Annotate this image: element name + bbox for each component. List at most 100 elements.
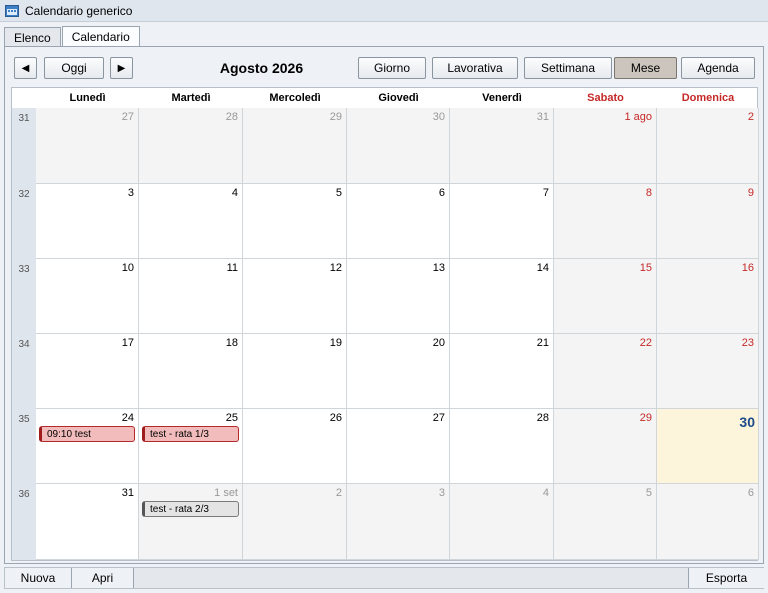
day-cell[interactable]: 14 xyxy=(450,259,554,334)
day-cell[interactable]: 17 xyxy=(36,334,139,409)
day-cell[interactable]: 31 xyxy=(36,484,139,560)
day-cell[interactable]: 28 xyxy=(450,409,554,484)
day-cell[interactable]: 21 xyxy=(450,334,554,409)
day-number: 18 xyxy=(225,337,238,349)
day-cell[interactable]: 5 xyxy=(243,184,347,259)
day-number: 9 xyxy=(747,187,754,199)
day-cell[interactable]: 15 xyxy=(554,259,657,334)
weekday-header: Domenica xyxy=(681,92,735,104)
day-cell[interactable]: 8 xyxy=(554,184,657,259)
weekday-header: Lunedì xyxy=(69,92,106,104)
day-cell[interactable]: 3 xyxy=(347,484,450,560)
day-number: 5 xyxy=(335,187,342,199)
day-cell[interactable]: 20 xyxy=(347,334,450,409)
day-cell[interactable]: 19 xyxy=(243,334,347,409)
tab-elenco[interactable]: Elenco xyxy=(4,27,61,47)
day-number: 24 xyxy=(121,412,134,424)
week-number: 31 xyxy=(18,113,30,124)
day-cell[interactable]: 6 xyxy=(347,184,450,259)
calendar-event[interactable]: test - rata 2/3 xyxy=(142,501,239,517)
day-cell[interactable]: 25 test - rata 1/3 xyxy=(139,409,243,484)
day-cell[interactable]: 26 xyxy=(243,409,347,484)
day-number: 1 ago xyxy=(624,111,652,123)
day-number: 30 xyxy=(432,111,445,123)
day-cell[interactable]: 28 xyxy=(139,108,243,184)
previous-button[interactable]: ◀ xyxy=(14,57,37,79)
day-cell[interactable]: 2 xyxy=(657,108,759,184)
day-cell[interactable]: 24 09:10 test xyxy=(36,409,139,484)
title-bar: Calendario generico xyxy=(0,0,768,22)
day-number: 13 xyxy=(432,262,445,274)
day-number: 28 xyxy=(225,111,238,123)
export-button[interactable]: Esporta xyxy=(688,568,764,588)
day-number: 16 xyxy=(741,262,754,274)
week-number: 34 xyxy=(18,339,30,350)
day-cell[interactable]: 4 xyxy=(450,484,554,560)
day-number: 3 xyxy=(438,487,445,499)
day-cell[interactable]: 27 xyxy=(347,409,450,484)
day-cell[interactable]: 5 xyxy=(554,484,657,560)
day-cell[interactable]: 12 xyxy=(243,259,347,334)
new-button[interactable]: Nuova xyxy=(5,568,72,588)
day-cell[interactable]: 1 ago xyxy=(554,108,657,184)
day-cell[interactable]: 31 xyxy=(450,108,554,184)
day-cell[interactable]: 29 xyxy=(554,409,657,484)
day-number: 4 xyxy=(542,487,549,499)
day-number: 3 xyxy=(127,187,134,199)
day-cell[interactable]: 18 xyxy=(139,334,243,409)
open-button[interactable]: Apri xyxy=(72,568,134,588)
day-cell[interactable]: 4 xyxy=(139,184,243,259)
day-cell[interactable]: 2 xyxy=(243,484,347,560)
day-number: 12 xyxy=(329,262,342,274)
day-number: 10 xyxy=(121,262,134,274)
day-cell-today[interactable]: 30 xyxy=(657,409,759,484)
day-number: 5 xyxy=(645,487,652,499)
weekday-header: Venerdì xyxy=(482,92,522,104)
week-number: 33 xyxy=(18,264,30,275)
day-number: 6 xyxy=(438,187,445,199)
day-cell[interactable]: 10 xyxy=(36,259,139,334)
view-week-button[interactable]: Settimana xyxy=(524,57,612,79)
today-button[interactable]: Oggi xyxy=(44,57,104,79)
week-number: 32 xyxy=(18,189,30,200)
calendar-event[interactable]: test - rata 1/3 xyxy=(142,426,239,442)
day-cell[interactable]: 29 xyxy=(243,108,347,184)
week-number: 36 xyxy=(18,489,30,500)
view-workweek-button[interactable]: Lavorativa xyxy=(432,57,518,79)
day-number: 20 xyxy=(432,337,445,349)
tab-calendario[interactable]: Calendario xyxy=(61,26,140,47)
calendar-app-icon xyxy=(5,4,19,17)
day-cell[interactable]: 3 xyxy=(36,184,139,259)
day-number: 17 xyxy=(121,337,134,349)
day-number: 26 xyxy=(329,412,342,424)
weekday-header: Mercoledì xyxy=(269,92,321,104)
day-number: 7 xyxy=(542,187,549,199)
view-agenda-button[interactable]: Agenda xyxy=(681,57,755,79)
day-cell[interactable]: 16 xyxy=(657,259,759,334)
day-cell[interactable]: 6 xyxy=(657,484,759,560)
day-cell[interactable]: 22 xyxy=(554,334,657,409)
day-cell[interactable]: 23 xyxy=(657,334,759,409)
day-cell[interactable]: 11 xyxy=(139,259,243,334)
day-number: 8 xyxy=(645,187,652,199)
calendar-toolbar: ◀ Oggi ▶ Agosto 2026 Giorno Lavorativa S… xyxy=(14,57,756,81)
day-cell[interactable]: 30 xyxy=(347,108,450,184)
day-cell[interactable]: 7 xyxy=(450,184,554,259)
day-number: 28 xyxy=(536,412,549,424)
month-title: Agosto 2026 xyxy=(219,60,304,76)
week-number: 35 xyxy=(18,414,30,425)
arrow-left-icon: ◀ xyxy=(21,62,30,74)
weekday-header: Sabato xyxy=(587,92,624,104)
day-number: 29 xyxy=(639,412,652,424)
day-number: 31 xyxy=(536,111,549,123)
calendar-event[interactable]: 09:10 test xyxy=(39,426,135,442)
view-month-button[interactable]: Mese xyxy=(614,57,677,79)
day-number: 25 xyxy=(225,412,238,424)
day-cell[interactable]: 27 xyxy=(36,108,139,184)
day-cell[interactable]: 9 xyxy=(657,184,759,259)
day-cell[interactable]: 13 xyxy=(347,259,450,334)
day-number: 23 xyxy=(741,337,754,349)
day-cell[interactable]: 1 set test - rata 2/3 xyxy=(139,484,243,560)
view-day-button[interactable]: Giorno xyxy=(358,57,426,79)
next-button[interactable]: ▶ xyxy=(110,57,133,79)
